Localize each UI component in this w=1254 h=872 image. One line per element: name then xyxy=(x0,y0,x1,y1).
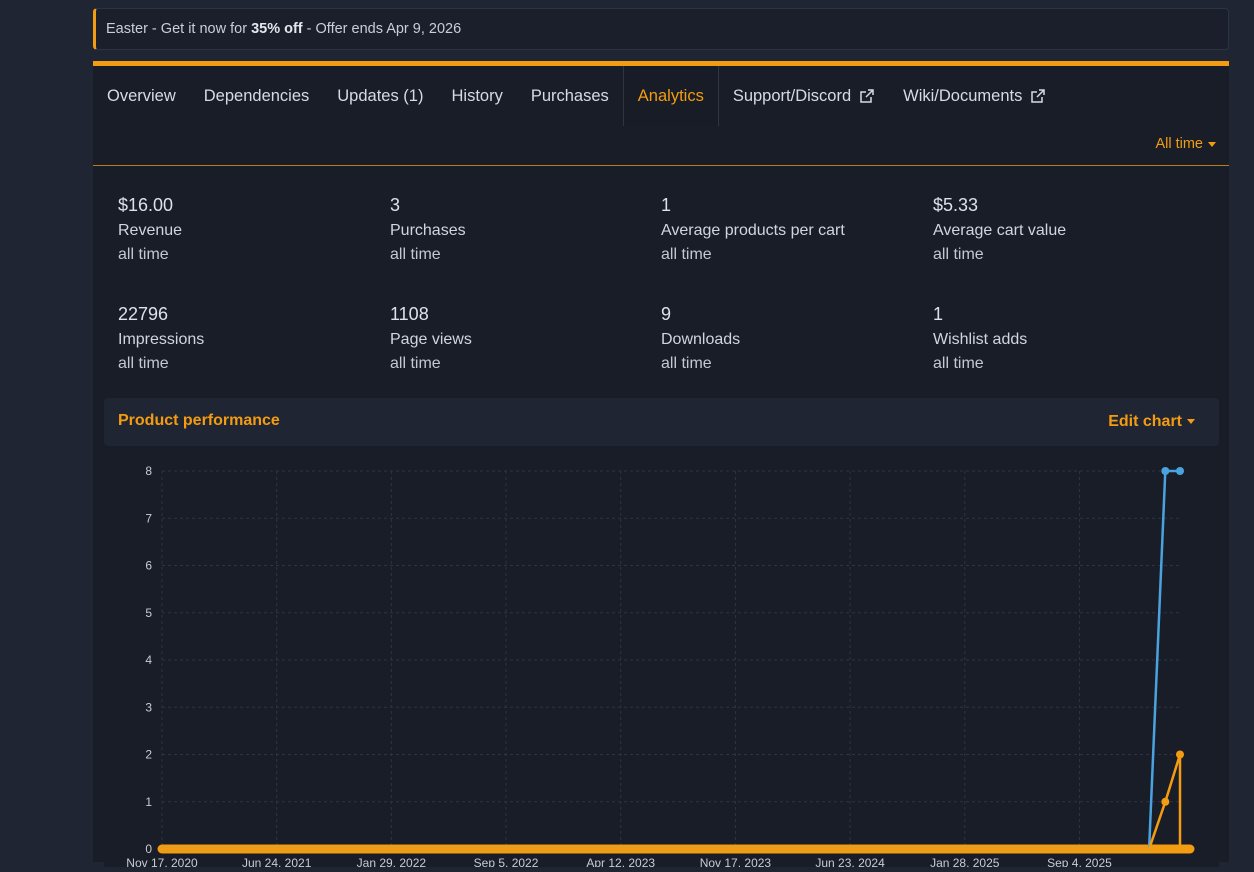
tab-label: Overview xyxy=(107,86,176,105)
tab-label: Updates (1) xyxy=(337,86,424,105)
caret-down-icon xyxy=(1187,419,1195,425)
stat-value: 1 xyxy=(933,304,944,324)
stat-value: 9 xyxy=(661,304,672,324)
edit-chart-label: Edit chart xyxy=(1108,413,1182,430)
stat-label: Average products per cart xyxy=(661,222,845,239)
external-link-icon xyxy=(860,89,874,103)
promo-banner: Easter - Get it now for 35% off - Offer … xyxy=(93,8,1229,50)
tab-label: History xyxy=(451,86,503,105)
caret-down-icon xyxy=(1208,141,1216,147)
tab-wiki-documents[interactable]: Wiki/Documents xyxy=(889,66,1060,126)
stat-downloads: 9 Downloads all time xyxy=(661,304,921,373)
stat-purchases: 3 Purchases all time xyxy=(390,195,650,264)
stat-value: 22796 xyxy=(118,304,169,324)
data-point xyxy=(1176,467,1184,475)
stat-label: Page views xyxy=(390,331,472,348)
stat-value: 1 xyxy=(661,195,672,215)
promo-text-prefix: Easter - Get it now for xyxy=(106,21,252,37)
tab-overview[interactable]: Overview xyxy=(93,66,190,126)
performance-title: Product performance xyxy=(118,412,280,429)
stat-label: Revenue xyxy=(118,222,183,239)
edit-chart-button[interactable]: Edit chart xyxy=(1108,413,1195,431)
stat-label: Purchases xyxy=(390,222,466,239)
performance-header: Product performance Edit chart xyxy=(104,398,1219,446)
tab-support-discord[interactable]: Support/Discord xyxy=(719,66,889,126)
stat-wishlist-adds: 1 Wishlist adds all time xyxy=(933,304,1193,373)
stat-period: all time xyxy=(661,355,712,372)
stat-page-views: 1108 Page views all time xyxy=(390,304,650,373)
y-tick-label: 8 xyxy=(145,464,152,478)
chart-area: 0 1 2 3 4 5 6 7 8 Nov 17, 2020 Jun 24, 2021 Jan 29,… xyxy=(104,446,1219,870)
tab-bar: Overview Dependencies Updates (1) Histor… xyxy=(93,66,1229,126)
stat-period: all time xyxy=(390,246,441,263)
stat-period: all time xyxy=(933,246,984,263)
tab-label: Dependencies xyxy=(203,86,310,105)
stat-label: Downloads xyxy=(661,331,741,348)
stat-revenue: $16.00 Revenue all time xyxy=(118,195,378,264)
data-point xyxy=(1161,467,1170,475)
tab-label: Wiki/Documents xyxy=(903,86,1023,105)
promo-discount: 35% off xyxy=(251,21,303,37)
stat-label: Impressions xyxy=(118,331,205,348)
promo-text-suffix: - Offer ends Apr 9, 2026 xyxy=(302,21,462,37)
tab-label: Analytics xyxy=(637,86,704,105)
y-tick-label: 7 xyxy=(145,511,152,525)
data-point xyxy=(1176,750,1184,759)
y-tick-label: 4 xyxy=(145,653,152,667)
stat-label: Wishlist adds xyxy=(933,331,1028,348)
data-point xyxy=(1161,797,1170,806)
stat-impressions: 22796 Impressions all time xyxy=(118,304,378,373)
y-tick-label: 6 xyxy=(145,559,152,573)
stat-value: 1108 xyxy=(390,304,429,324)
period-label: All time xyxy=(1155,136,1203,152)
y-tick-label: 2 xyxy=(145,748,152,762)
stat-period: all time xyxy=(118,355,169,372)
stat-value: $5.33 xyxy=(933,195,979,215)
tab-label: Purchases xyxy=(530,86,609,105)
stat-avg-cart-value: $5.33 Average cart value all time xyxy=(933,195,1193,264)
tab-analytics[interactable]: Analytics xyxy=(622,66,719,126)
external-link-icon xyxy=(1031,89,1046,103)
tab-history[interactable]: History xyxy=(437,66,516,126)
period-selector[interactable]: All time xyxy=(1155,136,1216,152)
stat-period: all time xyxy=(661,246,712,263)
stat-label: Average cart value xyxy=(933,222,1067,239)
performance-chart: 012345678Nov 17, 2020 Jun 24, 2021 Jan 29,… xyxy=(126,464,1195,870)
y-tick-label: 3 xyxy=(145,700,152,714)
tab-label: Support/Discord xyxy=(732,86,852,105)
stat-period: all time xyxy=(118,246,169,263)
stat-value: 3 xyxy=(390,195,401,215)
tab-updates[interactable]: Updates (1) xyxy=(323,66,437,126)
y-tick-label: 1 xyxy=(145,795,152,809)
divider xyxy=(93,165,1229,166)
stat-avg-products-per-cart: 1 Average products per cart all time xyxy=(661,195,921,264)
tab-purchases[interactable]: Purchases xyxy=(517,66,623,126)
y-tick-label: 0 xyxy=(145,842,152,856)
y-tick-label: 5 xyxy=(145,606,152,620)
product-panel: Overview Dependencies Updates (1) Histor… xyxy=(93,61,1229,870)
stat-period: all time xyxy=(933,355,984,372)
stat-value: $16.00 xyxy=(118,195,174,215)
stat-period: all time xyxy=(390,355,441,372)
tab-dependencies[interactable]: Dependencies xyxy=(190,66,324,126)
